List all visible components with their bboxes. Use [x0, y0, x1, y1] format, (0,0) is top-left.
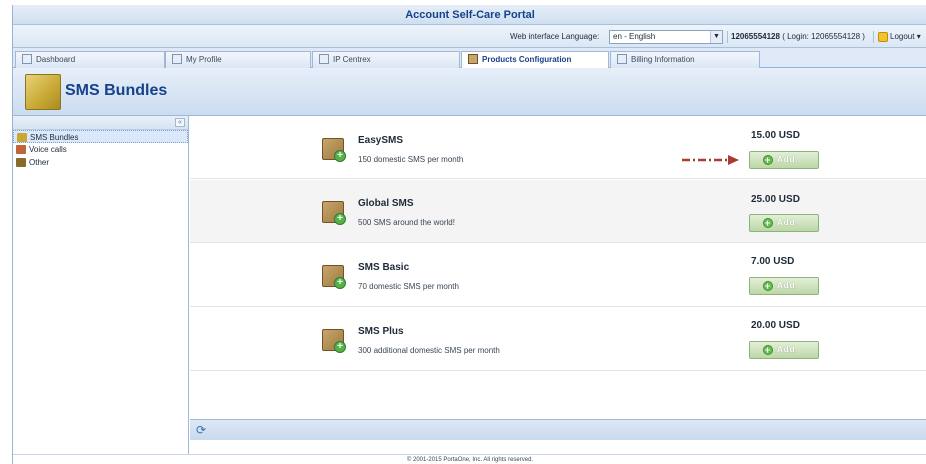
sidebar-item-voice-calls[interactable]: Voice calls [13, 143, 188, 156]
add-global-sms-button[interactable]: + Add [749, 214, 819, 232]
divider [727, 31, 728, 43]
product-price: 25.00 USD [751, 194, 800, 205]
app-title: Account Self-Care Portal [13, 5, 926, 25]
sidebar-item-other[interactable]: Other [13, 156, 188, 169]
copyright-footer: © 2001-2015 PortaOne, Inc. All rights re… [13, 454, 926, 464]
plus-icon: + [334, 150, 346, 162]
tab-label: IP Centrex [333, 55, 371, 64]
plus-icon: + [763, 281, 773, 291]
main-tabs: Dashboard My Profile IP Centrex Products… [13, 48, 926, 69]
other-folder-icon [16, 158, 26, 167]
plus-icon: + [334, 213, 346, 225]
product-name: Global SMS [358, 198, 414, 209]
voice-folder-icon [16, 145, 26, 154]
page-title: SMS Bundles [65, 82, 168, 99]
add-sms-basic-button[interactable]: + Add [749, 277, 819, 295]
tab-my-profile[interactable]: My Profile [165, 51, 311, 68]
sidebar: « SMS Bundles Voice calls Other [13, 116, 189, 454]
plus-icon: + [334, 341, 346, 353]
product-description: 70 domestic SMS per month [358, 282, 459, 291]
user-bar: Web interface Language: en - English ▼ 1… [13, 25, 926, 48]
package-icon: + [322, 265, 346, 289]
list-toolbar: ⟳ [190, 419, 926, 440]
product-description: 150 domestic SMS per month [358, 155, 464, 164]
product-price: 7.00 USD [751, 256, 795, 267]
logout-button[interactable]: Logout ▾ [875, 29, 926, 45]
content-bottom-spacer [190, 440, 926, 454]
add-label: Add [777, 218, 796, 227]
chevron-down-icon[interactable]: ▼ [710, 31, 722, 43]
product-name: SMS Plus [358, 326, 404, 337]
document-icon [617, 54, 627, 64]
package-icon: + [322, 329, 346, 353]
account-login: ( Login: 12065554128 ) [782, 32, 865, 41]
account-info: 12065554128 ( Login: 12065554128 ) [731, 32, 865, 41]
product-price: 15.00 USD [751, 130, 800, 141]
plus-icon: + [763, 155, 773, 165]
language-value: en - English [613, 32, 656, 41]
divider [873, 31, 874, 43]
package-icon [468, 54, 478, 64]
add-easysms-button[interactable]: + Add [749, 151, 819, 169]
product-name: SMS Basic [358, 262, 410, 273]
logout-label: Logout [890, 32, 915, 41]
tab-label: Billing Information [631, 55, 695, 64]
package-icon: + [322, 138, 346, 162]
language-label: Web interface Language: [510, 32, 600, 41]
chevron-down-icon[interactable]: ▾ [917, 32, 921, 41]
plus-icon: + [763, 345, 773, 355]
product-price: 20.00 USD [751, 320, 800, 331]
portal-window: Account Self-Care Portal Web interface L… [12, 5, 926, 464]
sms-folder-icon [17, 133, 27, 142]
add-label: Add [777, 281, 796, 290]
sms-bundle-icon [25, 74, 61, 110]
account-number: 12065554128 [731, 32, 780, 41]
product-name: EasySMS [358, 135, 404, 146]
dashboard-icon [22, 54, 32, 64]
product-row-sms-plus: + SMS Plus 300 additional domestic SMS p… [190, 308, 926, 371]
tab-dashboard[interactable]: Dashboard [15, 51, 165, 68]
tab-label: Dashboard [36, 55, 76, 64]
language-select[interactable]: en - English ▼ [609, 30, 723, 44]
add-label: Add [777, 345, 796, 354]
tab-label: Products Configuration [482, 55, 572, 64]
product-row-sms-basic: + SMS Basic 70 domestic SMS per month 7.… [190, 244, 926, 307]
collapse-icon[interactable]: « [175, 118, 185, 127]
product-description: 500 SMS around the world! [358, 218, 455, 227]
page-header: SMS Bundles [13, 68, 926, 116]
plus-icon: + [763, 218, 773, 228]
sidebar-item-sms-bundles[interactable]: SMS Bundles [13, 130, 188, 143]
sidebar-header: « [13, 116, 188, 130]
package-icon: + [322, 201, 346, 225]
tab-label: My Profile [186, 55, 222, 64]
lock-icon [878, 31, 888, 42]
plus-icon: + [334, 277, 346, 289]
product-description: 300 additional domestic SMS per month [358, 346, 500, 355]
product-list: + EasySMS 150 domestic SMS per month 15.… [190, 116, 926, 419]
tab-billing-information[interactable]: Billing Information [610, 51, 760, 68]
phone-icon [319, 54, 329, 64]
add-sms-plus-button[interactable]: + Add [749, 341, 819, 359]
sidebar-item-label: Other [29, 158, 50, 167]
product-row-easysms: + EasySMS 150 domestic SMS per month 15.… [190, 116, 926, 179]
arrow-right-icon [682, 155, 739, 165]
sidebar-item-label: SMS Bundles [30, 133, 79, 142]
refresh-icon[interactable]: ⟳ [196, 424, 206, 436]
product-row-global-sms: + Global SMS 500 SMS around the world! 2… [190, 180, 926, 243]
tab-ip-centrex[interactable]: IP Centrex [312, 51, 460, 68]
user-icon [172, 54, 182, 64]
sidebar-item-label: Voice calls [29, 145, 67, 154]
add-label: Add [777, 155, 796, 164]
tab-products-configuration[interactable]: Products Configuration [461, 51, 609, 69]
